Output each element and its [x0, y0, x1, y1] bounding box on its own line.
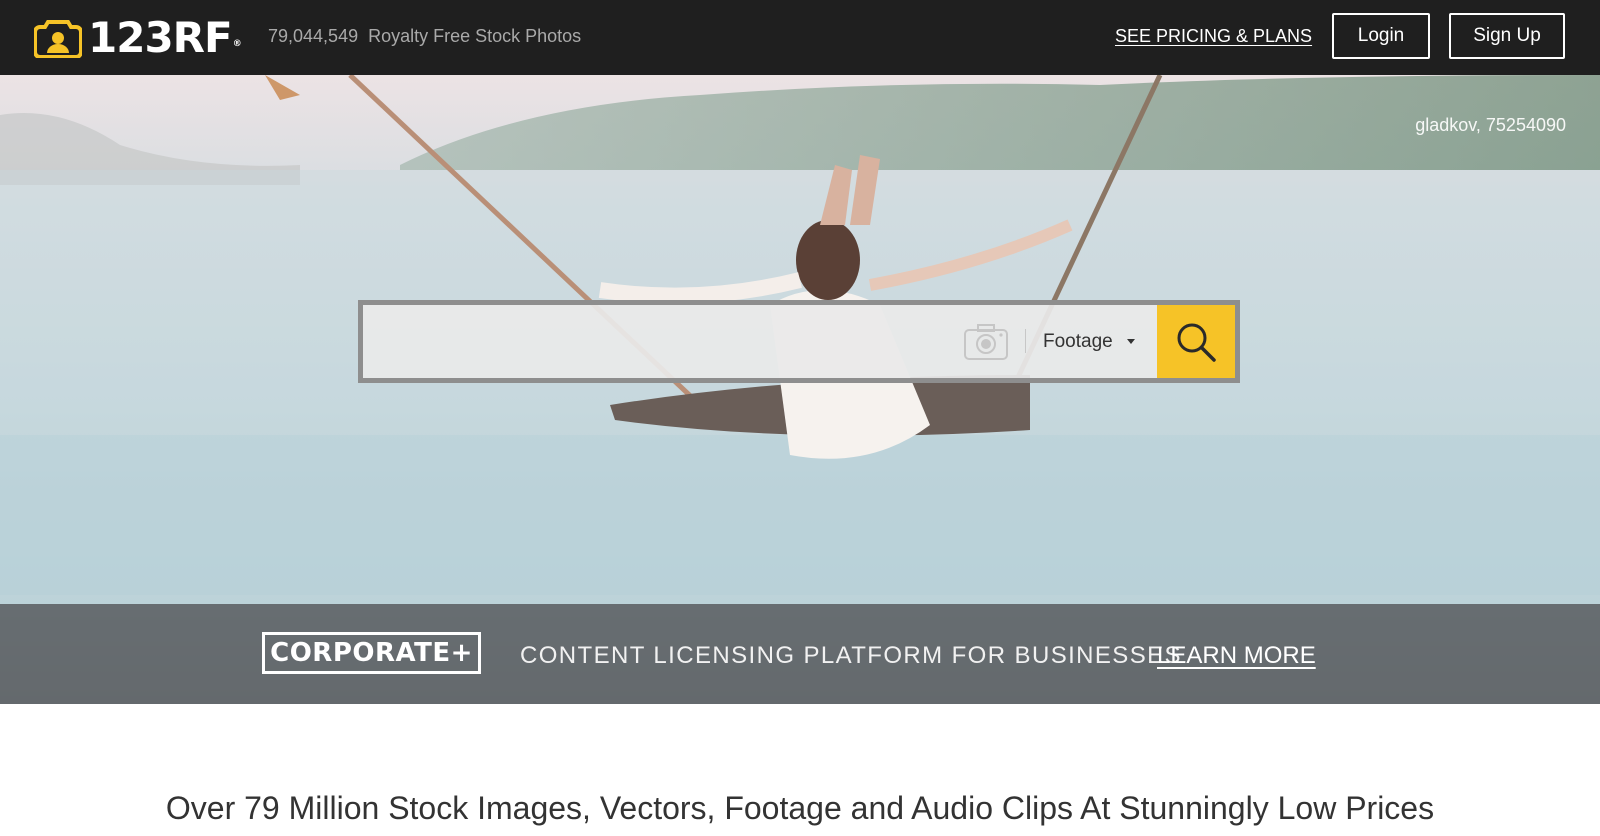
camera-logo-icon — [34, 20, 82, 58]
stock-count-label: Royalty Free Stock Photos — [368, 26, 582, 46]
site-logo[interactable]: 123RF® — [34, 13, 242, 62]
corporate-plus-banner: CORPORATE+ CONTENT LICENSING PLATFORM FO… — [0, 604, 1600, 704]
search-type-label: Footage — [1043, 330, 1113, 352]
top-navigation-bar: 123RF® 79,044,549 Royalty Free Stock Phot… — [0, 0, 1600, 75]
photo-credit: gladkov, 75254090 — [1415, 115, 1566, 135]
stock-count: 79,044,549 Royalty Free Stock Photos — [268, 26, 581, 47]
caret-down-icon — [1126, 339, 1135, 344]
page-headline: Over 79 Million Stock Images, Vectors, F… — [165, 790, 1435, 826]
search-divider — [1025, 329, 1026, 353]
camera-icon[interactable] — [963, 323, 1009, 361]
login-button[interactable]: Login — [1332, 13, 1430, 59]
logo-wordmark: 123RF® — [88, 13, 242, 62]
pricing-plans-link[interactable]: SEE PRICING & PLANS — [1115, 26, 1312, 47]
search-input[interactable] — [363, 305, 955, 378]
corporate-plus-logo: CORPORATE+ — [262, 632, 481, 674]
search-type-select[interactable]: Footage — [1039, 305, 1151, 378]
signup-button[interactable]: Sign Up — [1449, 13, 1565, 59]
learn-more-link[interactable]: LEARN MORE — [1157, 642, 1316, 670]
corporate-tagline: CONTENT LICENSING PLATFORM FOR BUSINESSE… — [520, 642, 1182, 669]
search-button[interactable] — [1157, 305, 1235, 378]
search-icon — [1177, 323, 1216, 362]
stock-count-number: 79,044,549 — [268, 26, 359, 46]
search-bar: Footage — [358, 300, 1240, 383]
